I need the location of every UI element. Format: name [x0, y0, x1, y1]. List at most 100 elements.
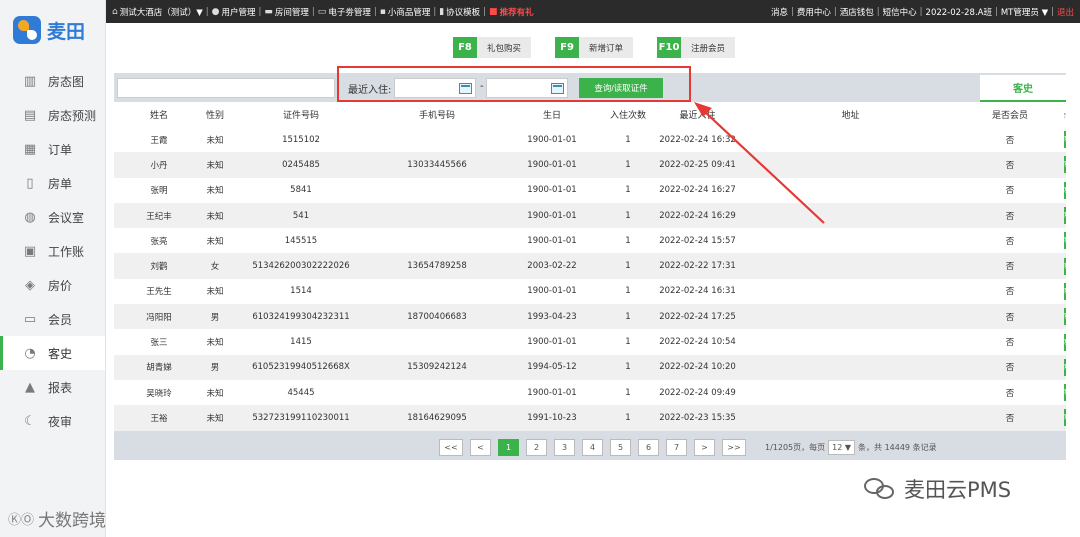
sidebar-item-7[interactable]: ▭ 会员	[0, 302, 105, 336]
top-menu-item[interactable]: ⌂ 测试大酒店（测试）▼	[112, 6, 203, 18]
next-page-button[interactable]: >	[694, 438, 715, 456]
moon-icon: ☾	[24, 413, 36, 429]
sidebar-item-label: 报表	[48, 380, 73, 395]
transfer-button[interactable]: 转	[1064, 333, 1066, 351]
top-right-item[interactable]: 酒店钱包	[840, 6, 874, 18]
transfer-button[interactable]: 转	[1064, 207, 1066, 225]
sidebar-item-3[interactable]: ▯ 房单	[0, 166, 105, 200]
top-menu-label: 协议模板	[446, 7, 481, 18]
transfer-button[interactable]: 转	[1064, 156, 1066, 174]
table-row[interactable]: 冯阳阳 男 610324199304232311 18700406683 1993-04…	[114, 304, 1066, 330]
top-right-item[interactable]: 费用中心	[797, 6, 831, 18]
report-icon: ▲	[25, 379, 35, 395]
header-name: 姓名	[149, 111, 168, 121]
cell-last-checkin: 2022-02-24 16:31	[659, 286, 736, 297]
cell-is-member: 否	[1005, 135, 1015, 146]
top-menu-item[interactable]: ▪ 小商品管理	[380, 6, 431, 18]
cell-gender: 男	[210, 312, 220, 323]
prev-page-button[interactable]: <	[470, 438, 491, 456]
tab-guest-history[interactable]: 客史	[980, 75, 1066, 102]
building-icon: ▥	[23, 73, 37, 89]
cell-stay-count: 1	[625, 235, 631, 246]
user-icon: ●	[211, 6, 220, 17]
top-menu-label: 用户管理	[221, 7, 256, 18]
top-menu-item[interactable]: ▭ 电子劵管理	[318, 6, 371, 18]
logo[interactable]: 麦田	[0, 0, 105, 60]
header-address: 地址	[841, 111, 860, 121]
cell-stay-count: 1	[625, 412, 631, 423]
top-separator: |	[258, 6, 262, 17]
page-button-3[interactable]: 3	[554, 438, 575, 456]
transfer-button[interactable]: 转	[1064, 232, 1066, 250]
top-right-item[interactable]: 2022-02-28.A班	[926, 6, 992, 18]
history-icon: ◔	[24, 345, 36, 361]
transfer-button[interactable]: 转	[1064, 384, 1066, 402]
ledger-icon: ▣	[23, 243, 37, 259]
fkey-f10-button[interactable]: F10 注册会员	[657, 37, 736, 58]
sidebar-item-0[interactable]: ▥ 房态图	[0, 64, 105, 98]
top-right-item[interactable]: 消息	[771, 6, 788, 18]
transfer-button[interactable]: 转	[1064, 308, 1066, 326]
table-row[interactable]: 吴晓玲 未知 45445 1900-01-01 1 2022-02-24 09:49 否 转	[114, 380, 1066, 405]
transfer-button[interactable]: 转	[1064, 257, 1066, 275]
guest-history-table: 姓名性别证件号码手机号码生日入住次数最近入住地址是否会员操作王霞未知151510…	[114, 102, 1066, 431]
first-page-button[interactable]: <<	[439, 438, 463, 456]
page-button-5[interactable]: 5	[610, 438, 631, 456]
transfer-button[interactable]: 转	[1064, 409, 1066, 427]
sidebar-item-2[interactable]: ▦ 订单	[0, 132, 105, 166]
cell-gender: 女	[210, 262, 220, 273]
page-button-7[interactable]: 7	[666, 438, 687, 456]
sidebar-item-8[interactable]: ◔ 客史	[0, 336, 105, 370]
logout-link[interactable]: 退出	[1057, 6, 1074, 18]
transfer-button[interactable]: 转	[1064, 181, 1066, 199]
fkey-f9-button[interactable]: F9 新增订单	[555, 37, 634, 58]
table-row[interactable]: 王霞 未知 1515102 1900-01-01 1 2022-02-24 16:32 否 转	[114, 127, 1066, 152]
fkey-code: F10	[657, 37, 682, 58]
transfer-button[interactable]: 转	[1064, 358, 1066, 376]
page-button-6[interactable]: 6	[638, 438, 659, 456]
table-row[interactable]: 张明 未知 5841 1900-01-01 1 2022-02-24 16:27 否 转	[114, 178, 1066, 203]
transfer-button[interactable]: 转	[1064, 282, 1066, 300]
sidebar-item-4[interactable]: ◍ 会议室	[0, 200, 105, 234]
cell-name: 冯阳阳	[146, 312, 172, 323]
sidebar-item-10[interactable]: ☾ 夜审	[0, 404, 105, 438]
referral-reward-link[interactable]: ■ 推荐有礼	[489, 6, 534, 18]
cell-operation: 转	[1064, 308, 1066, 326]
sidebar-item-9[interactable]: ▲ 报表	[0, 370, 105, 404]
page-button-1[interactable]: 1	[498, 438, 519, 456]
search-input[interactable]	[117, 78, 335, 98]
top-menu-label: 电子劵管理	[328, 7, 371, 18]
table-row[interactable]: 张亮 未知 145515 1900-01-01 1 2022-02-24 15:57 否 转	[114, 228, 1066, 253]
sidebar-item-6[interactable]: ◈ 房价	[0, 268, 105, 302]
top-menu-item[interactable]: ● 用户管理	[212, 6, 256, 18]
cell-stay-count: 1	[625, 210, 631, 221]
gift-icon: ■	[489, 6, 498, 17]
last-page-button[interactable]: >>	[722, 438, 746, 456]
table-row[interactable]: 王裕 未知 532723199110230011 18164629095 1991-10…	[114, 405, 1066, 431]
cell-phone: 13033445566	[407, 159, 467, 170]
cell-is-member: 否	[1005, 160, 1015, 171]
table-row[interactable]: 王纪丰 未知 541 1900-01-01 1 2022-02-24 16:29 否 转	[114, 202, 1066, 229]
top-menu-item[interactable]: ▬ 房间管理	[264, 6, 309, 18]
top-right-item[interactable]: MT管理员 ▼	[1001, 6, 1048, 18]
fkey-f8-button[interactable]: F8 礼包购买	[453, 37, 532, 58]
sidebar-item-5[interactable]: ▣ 工作账	[0, 234, 105, 268]
cell-gender: 未知	[206, 413, 224, 424]
per-page-select[interactable]: 12 ▼	[828, 439, 856, 455]
transfer-button[interactable]: 转	[1064, 131, 1066, 149]
page-button-4[interactable]: 4	[582, 438, 603, 456]
table-row[interactable]: 王先生 未知 1514 1900-01-01 1 2022-02-24 16:31 否 转	[114, 279, 1066, 304]
table-row[interactable]: 胡青娣 男 61052319940512668X 15309242124 1994-05…	[114, 354, 1066, 380]
home-icon: ⌂	[112, 6, 118, 17]
table-row[interactable]: 刘鹳 女 513426200302222026 13654789258 2003-02-…	[114, 253, 1066, 279]
page-button-2[interactable]: 2	[526, 438, 547, 456]
sidebar-item-label: 房态图	[48, 74, 85, 89]
top-right-item[interactable]: 短信中心	[883, 6, 917, 18]
cell-is-member: 否	[1005, 211, 1015, 222]
table-row[interactable]: 小丹 未知 0245485 13033445566 1900-01-01 1 2022-02…	[114, 152, 1066, 178]
table-row[interactable]: 张三 未知 1415 1900-01-01 1 2022-02-24 10:54 否 转	[114, 329, 1066, 354]
sidebar-item-1[interactable]: ▤ 房态预测	[0, 98, 105, 132]
top-menu-item[interactable]: ▮ 协议模板	[439, 6, 480, 18]
top-separator: |	[373, 6, 377, 17]
cell-operation: 转	[1064, 181, 1066, 199]
